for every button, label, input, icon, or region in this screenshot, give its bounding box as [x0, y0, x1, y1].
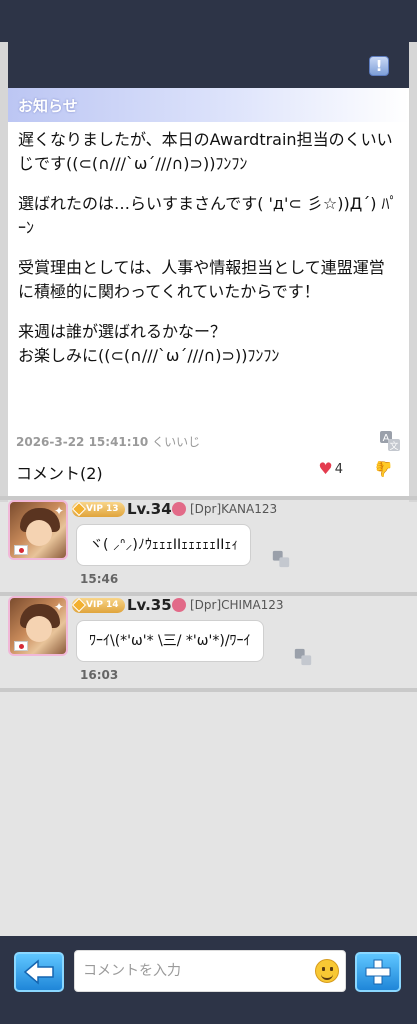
- report-icon[interactable]: !: [369, 56, 389, 76]
- like-count: 4: [334, 461, 343, 477]
- post-paragraph: 来週は誰が選ばれるかなー？ お楽しみに((⊂(∩///`ω´///∩)⊃))ﾌﾝ…: [18, 322, 280, 365]
- post-paragraph: 受賞理由としては、人事や情報担当として連盟運営に積極的に関わってくれていたからで…: [18, 258, 385, 301]
- vip-gem-icon: [71, 501, 87, 517]
- player-level: Lv.35: [127, 596, 172, 614]
- username[interactable]: [Dpr]KANA123: [190, 502, 277, 516]
- post-author[interactable]: くいいじ: [152, 435, 200, 449]
- comment-input-bar: [0, 936, 417, 1024]
- comment-input[interactable]: [75, 951, 305, 991]
- top-bar: [0, 0, 417, 42]
- thumbs-down-icon[interactable]: 👍: [374, 460, 393, 478]
- notice-title: お知らせ: [18, 97, 78, 115]
- comment-item: ✦ VIP 13 Lv.34 [Dpr]KANA123 ヾ( ⸝ᐢ⸝)ﾉｳｪｪｪ…: [0, 500, 417, 592]
- comment-time: 15:46: [80, 572, 119, 586]
- comment-item: ✦ VIP 14 Lv.35 [Dpr]CHIMA123 ﾜｰｲ\(*'ω'* …: [0, 596, 417, 688]
- svg-text:文: 文: [389, 440, 398, 452]
- comment-bubble: ﾜｰｲ\(*'ω'* \三/ *'ω'*)/ﾜｰｲ: [76, 620, 264, 662]
- sparkle-icon: ✦: [53, 600, 64, 614]
- vip-badge: VIP 13: [71, 501, 125, 517]
- arrow-left-icon: [23, 959, 54, 985]
- avatar[interactable]: ✦: [8, 500, 68, 560]
- comment-input-box[interactable]: [74, 950, 346, 992]
- sparkle-icon: ✦: [53, 504, 64, 518]
- alliance-badge-icon: [172, 598, 186, 612]
- post-body: 遅くなりましたが、本日のAwardtrain担当のくいいじです((⊂(∩///`…: [8, 122, 409, 368]
- plus-icon: [365, 959, 391, 985]
- notice-banner: お知らせ: [8, 88, 409, 122]
- username[interactable]: [Dpr]CHIMA123: [190, 598, 284, 612]
- divider: [0, 688, 417, 692]
- back-button[interactable]: [14, 952, 64, 992]
- japan-flag-icon: [14, 641, 28, 651]
- comment-time: 16:03: [80, 668, 119, 682]
- post-meta: 2026-3-22 15:41:10 くいいじ: [16, 433, 200, 450]
- vip-level: VIP 14: [86, 600, 119, 610]
- post-date: 2026-3-22 15:41:10: [16, 435, 149, 449]
- avatar[interactable]: ✦: [8, 596, 68, 656]
- notice-post-card: ! お知らせ 遅くなりましたが、本日のAwardtrain担当のくいいじです((…: [8, 42, 409, 496]
- translate-icon[interactable]: A 文: [379, 430, 401, 452]
- left-margin: [0, 42, 8, 502]
- post-paragraph: 遅くなりましたが、本日のAwardtrain担当のくいいじです((⊂(∩///`…: [18, 130, 393, 173]
- heart-icon: ♥: [318, 459, 333, 478]
- alliance-badge-icon: [172, 502, 186, 516]
- post-header: !: [8, 42, 409, 88]
- right-margin: [409, 42, 417, 502]
- add-button[interactable]: [355, 952, 401, 992]
- japan-flag-icon: [14, 545, 28, 555]
- translate-icon[interactable]: [294, 648, 312, 666]
- translate-icon[interactable]: [272, 550, 290, 568]
- vip-level: VIP 13: [86, 504, 119, 514]
- comment-bubble: ヾ( ⸝ᐢ⸝)ﾉｳｪｪｪIIｪｪｪｪｪIIｪｨ: [76, 524, 252, 566]
- emoji-icon[interactable]: [315, 959, 339, 983]
- comments-count: コメント(2): [16, 464, 103, 483]
- post-paragraph: 選ばれたのは…らいすまさんです( 'д'⊂ 彡☆))Д´) ﾊﾟｰﾝ: [18, 194, 398, 237]
- player-level: Lv.34: [127, 500, 172, 518]
- like-button[interactable]: ♥ 4: [318, 461, 343, 477]
- vip-badge: VIP 14: [71, 597, 125, 613]
- vip-gem-icon: [71, 597, 87, 613]
